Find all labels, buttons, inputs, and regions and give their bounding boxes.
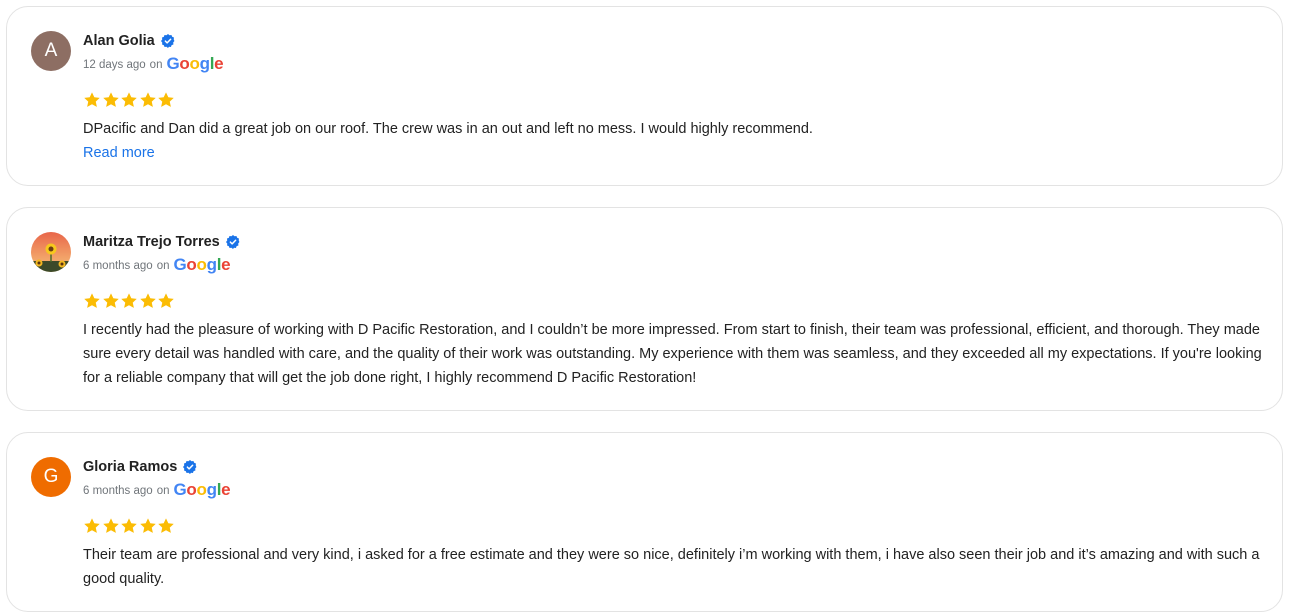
review-card: Maritza Trejo Torres 6 months ago on Goo… (6, 207, 1283, 411)
reviewer-name[interactable]: Gloria Ramos (83, 459, 177, 475)
review-on-label: on (156, 260, 170, 272)
star-rating (83, 91, 176, 111)
star-icon (158, 92, 174, 107)
sunflower-photo-icon (31, 232, 71, 272)
review-meta: 6 months ago on Google (83, 479, 231, 503)
review-text: I recently had the pleasure of working w… (83, 322, 1262, 386)
reviewer-name-row: Maritza Trejo Torres (83, 232, 240, 252)
review-on-label: on (156, 485, 170, 497)
google-logo: Google (173, 480, 231, 499)
review-meta: 6 months ago on Google (83, 254, 231, 278)
review-card: A Alan Golia 12 days ago on Google DPaci… (6, 6, 1283, 186)
star-icon (121, 92, 137, 107)
reviews-list: A Alan Golia 12 days ago on Google DPaci… (0, 0, 1297, 616)
star-rating (83, 292, 176, 312)
avatar[interactable]: A (31, 31, 71, 71)
star-icon (139, 518, 156, 533)
reviewer-name[interactable]: Alan Golia (83, 33, 155, 49)
star-icon (121, 518, 137, 533)
verified-badge-icon (160, 34, 175, 48)
google-logo: Google (166, 54, 224, 73)
star-icon (102, 293, 119, 308)
star-icon (158, 293, 174, 308)
review-time: 12 days ago (83, 59, 146, 71)
star-icon (84, 293, 100, 308)
avatar[interactable] (31, 232, 71, 272)
review-time: 6 months ago (83, 260, 153, 272)
star-icon (84, 92, 100, 107)
reviewer-name-row: Gloria Ramos (83, 457, 197, 477)
avatar[interactable]: G (31, 457, 71, 497)
star-icon (139, 92, 156, 107)
verified-badge-icon (225, 235, 240, 249)
review-time: 6 months ago (83, 485, 153, 497)
star-icon (139, 293, 156, 308)
reviewer-name[interactable]: Maritza Trejo Torres (83, 234, 220, 250)
review-card: G Gloria Ramos 6 months ago on Google Th… (6, 432, 1283, 612)
review-meta: 12 days ago on Google (83, 53, 224, 77)
star-icon (158, 518, 174, 533)
review-text: DPacific and Dan did a great job on our … (83, 121, 813, 137)
reviewer-name-row: Alan Golia (83, 31, 175, 51)
review-on-label: on (149, 59, 163, 71)
star-icon (84, 518, 100, 533)
review-text: Their team are professional and very kin… (83, 547, 1260, 587)
google-logo: Google (173, 255, 231, 274)
verified-badge-icon (183, 460, 197, 474)
star-icon (102, 518, 119, 533)
star-icon (102, 92, 119, 107)
star-rating (83, 517, 176, 537)
read-more-link[interactable]: Read more (83, 141, 155, 165)
star-icon (121, 293, 137, 308)
